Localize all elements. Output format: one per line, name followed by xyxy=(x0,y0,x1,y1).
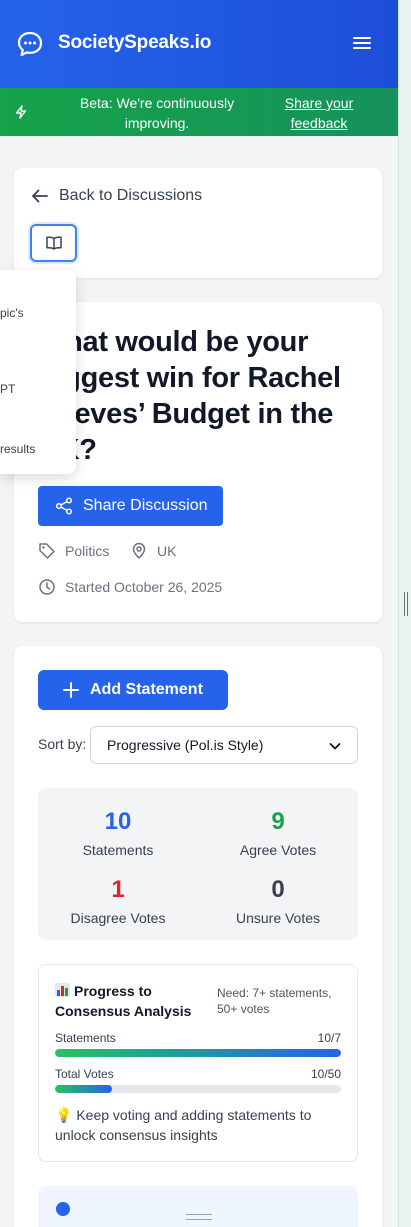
open-book-icon xyxy=(45,236,62,250)
stat-value: 1 xyxy=(111,876,125,903)
resize-handle[interactable] xyxy=(404,592,408,616)
plus-icon xyxy=(63,682,79,698)
back-label: Back to Discussions xyxy=(59,187,203,204)
side-panel-edge xyxy=(398,0,411,1227)
statements-progress-bar xyxy=(55,1049,341,1057)
sort-label: Sort by: xyxy=(38,736,87,752)
menu-line xyxy=(353,37,371,39)
share-feedback-link[interactable]: Share your feedback xyxy=(270,93,368,133)
arrow-left-icon xyxy=(32,189,48,203)
progress-requirement: Need: 7+ statements, 50+ votes xyxy=(217,986,332,1016)
popout-item[interactable]: PT xyxy=(0,382,15,396)
beta-banner: Beta: We're continuously improving. Shar… xyxy=(0,88,398,136)
share-discussion-button[interactable]: Share Discussion xyxy=(38,486,223,526)
stat-label: Agree Votes xyxy=(239,842,317,858)
stats-panel: 10 Statements 9 Agree Votes 1 Disagree V… xyxy=(38,788,358,940)
stat-agree-votes: 9 Agree Votes xyxy=(198,808,358,858)
stat-value: 9 xyxy=(271,808,285,835)
back-to-discussions-link[interactable]: Back to Discussions xyxy=(30,186,202,206)
start-date: Started October 26, 2025 xyxy=(38,578,222,596)
location-tag: UK xyxy=(130,542,176,560)
menu-line xyxy=(353,42,371,44)
start-date-label: Started October 26, 2025 xyxy=(65,579,223,595)
consensus-progress-panel: Progress to Consensus Analysis Need: 7+ … xyxy=(38,964,358,1162)
bottom-resize-handle[interactable] xyxy=(186,1214,212,1220)
add-statement-button[interactable]: Add Statement xyxy=(38,670,228,710)
popout-item[interactable]: results xyxy=(0,442,35,456)
stat-unsure-votes: 0 Unsure Votes xyxy=(198,876,358,926)
info-icon xyxy=(56,1202,70,1216)
share-label: Share Discussion xyxy=(83,497,208,514)
clock-icon xyxy=(39,579,55,595)
progress-row-label: Total Votes xyxy=(55,1067,114,1081)
sort-value: Progressive (Pol.is Style) xyxy=(107,737,264,753)
share-icon xyxy=(55,497,73,515)
progress-title: Progress to Consensus Analysis xyxy=(55,983,192,1019)
hamburger-menu-button[interactable] xyxy=(350,34,374,54)
discussion-title: What would be your biggest win for Rache… xyxy=(38,326,341,466)
bar-chart-icon xyxy=(55,983,70,997)
sort-select[interactable]: Progressive (Pol.is Style) xyxy=(90,726,358,764)
progress-row-value: 10/7 xyxy=(317,1031,341,1045)
chevron-down-icon xyxy=(329,743,341,750)
tag-icon xyxy=(39,543,55,559)
progress-row-label: Statements xyxy=(55,1031,116,1045)
progress-title-wrap: Progress to Consensus Analysis xyxy=(55,981,205,1021)
chat-bubble-logo-icon[interactable] xyxy=(16,30,44,58)
topic-label: Politics xyxy=(65,543,110,559)
location-label: UK xyxy=(157,543,177,559)
lightning-icon xyxy=(15,105,27,119)
top-navbar: SocietySpeaks.io xyxy=(0,0,398,88)
add-statement-label: Add Statement xyxy=(90,681,203,698)
topic-tag[interactable]: Politics xyxy=(38,542,109,560)
guide-book-button[interactable] xyxy=(30,224,77,262)
progress-tip: 💡 Keep voting and adding statements to u… xyxy=(55,1107,312,1143)
beta-message: Beta: We're continuously improving. xyxy=(79,95,235,131)
stat-label: Statements xyxy=(82,842,154,858)
stat-disagree-votes: 1 Disagree Votes xyxy=(38,876,198,926)
popout-item[interactable]: pic's xyxy=(0,306,24,320)
map-pin-icon xyxy=(132,542,146,559)
stat-label: Disagree Votes xyxy=(70,910,166,926)
menu-line xyxy=(353,47,371,49)
stat-statements: 10 Statements xyxy=(38,808,198,858)
guide-popout-menu: pic's PT results xyxy=(0,270,76,474)
statements-card: Add Statement Sort by: Progressive (Pol.… xyxy=(14,646,382,1227)
votes-progress-fill xyxy=(55,1085,113,1093)
stat-label: Unsure Votes xyxy=(235,910,321,926)
statements-progress-fill xyxy=(55,1049,341,1057)
info-box xyxy=(38,1186,358,1227)
stat-value: 0 xyxy=(271,876,285,903)
page: SocietySpeaks.io Beta: We're continuousl… xyxy=(0,0,398,1227)
navigation-card: Back to Discussions xyxy=(14,168,382,278)
votes-progress-bar xyxy=(55,1085,341,1093)
progress-row-value: 10/50 xyxy=(310,1067,341,1081)
brand-name[interactable]: SocietySpeaks.io xyxy=(58,32,211,54)
stat-value: 10 xyxy=(104,808,132,835)
